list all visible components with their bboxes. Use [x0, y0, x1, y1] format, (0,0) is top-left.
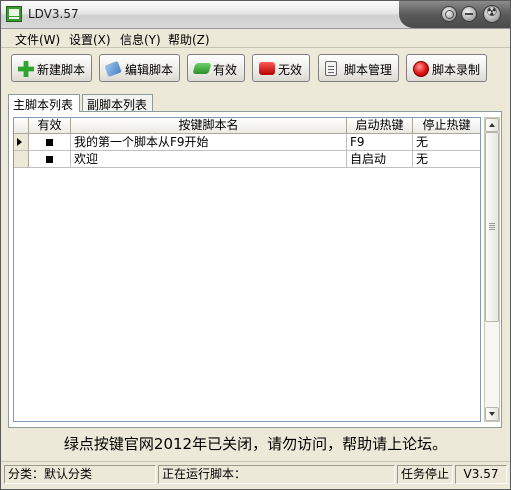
menu-bar: 文件(W) 设置(X) 信息(Y) 帮助(Z) — [1, 29, 510, 48]
pencil-icon — [104, 60, 122, 78]
edit-script-label: 编辑脚本 — [125, 63, 174, 77]
script-list-panel: 有效 按键脚本名 启动热键 停止热键 我的第一个脚本从F9开始 F9 无 欢迎 … — [8, 111, 502, 428]
manage-script-button[interactable]: 脚本管理 — [318, 54, 399, 82]
script-name-cell[interactable]: 欢迎 — [71, 151, 347, 168]
status-task: 任务停止 — [397, 465, 453, 484]
invalid-label: 无效 — [278, 63, 303, 77]
script-name-cell[interactable]: 我的第一个脚本从F9开始 — [71, 134, 347, 151]
menu-settings[interactable]: 设置(X) — [69, 31, 111, 48]
restore-icon[interactable] — [461, 6, 477, 22]
toolbar: 新建脚本 编辑脚本 有效 无效 脚本管理 脚本录制 — [1, 48, 510, 91]
column-header-enabled[interactable]: 有效 — [29, 118, 71, 134]
start-hotkey-cell[interactable]: F9 — [347, 134, 413, 151]
column-header-stop-hotkey[interactable]: 停止热键 — [413, 118, 480, 134]
row-selector-header — [14, 118, 29, 134]
title-bar[interactable]: LDV3.57 — [1, 1, 510, 29]
menu-help[interactable]: 帮助(Z) — [168, 31, 210, 48]
edit-script-button[interactable]: 编辑脚本 — [99, 54, 180, 82]
record-script-button[interactable]: 脚本录制 — [406, 54, 487, 82]
script-table: 有效 按键脚本名 启动热键 停止热键 我的第一个脚本从F9开始 F9 无 欢迎 … — [13, 117, 481, 422]
status-running-script: 正在运行脚本： — [158, 465, 395, 484]
scroll-thumb[interactable] — [485, 132, 499, 322]
tab-main-scripts[interactable]: 主脚本列表 — [8, 94, 80, 112]
record-script-label: 脚本录制 — [432, 63, 481, 77]
manage-script-label: 脚本管理 — [344, 63, 393, 77]
stop-hotkey-cell[interactable]: 无 — [413, 151, 480, 168]
enabled-checkbox[interactable] — [29, 134, 71, 151]
vertical-scrollbar[interactable] — [484, 117, 500, 422]
window-controls — [399, 1, 510, 28]
status-bar: 分类：默认分类 正在运行脚本： 任务停止 V3.57 — [1, 461, 510, 489]
checked-square-icon — [46, 156, 53, 163]
minimize-icon[interactable] — [441, 6, 457, 22]
row-selector[interactable] — [14, 151, 29, 168]
scroll-up-icon[interactable] — [485, 118, 499, 132]
window-title: LDV3.57 — [28, 7, 79, 21]
app-icon — [6, 6, 22, 22]
invalid-button[interactable]: 无效 — [252, 54, 310, 82]
app-window: LDV3.57 文件(W) 设置(X) 信息(Y) 帮助(Z) 新建脚本 编辑脚… — [0, 0, 511, 490]
notice-text: 绿点按键官网2012年已关闭，请勿访问，帮助请上论坛。 — [63, 435, 448, 453]
column-header-script-name[interactable]: 按键脚本名 — [71, 118, 347, 134]
green-mark-icon — [192, 63, 212, 74]
red-mark-icon — [259, 62, 275, 75]
tab-sub-scripts[interactable]: 副脚本列表 — [82, 94, 153, 112]
record-icon — [413, 61, 429, 77]
scroll-down-icon[interactable] — [485, 407, 499, 421]
menu-file[interactable]: 文件(W) — [15, 31, 60, 48]
new-script-label: 新建脚本 — [37, 63, 86, 77]
menu-info[interactable]: 信息(Y) — [120, 31, 161, 48]
status-version: V3.57 — [455, 465, 507, 484]
document-icon — [325, 61, 337, 76]
status-category: 分类：默认分类 — [4, 465, 156, 484]
checked-square-icon — [46, 139, 53, 146]
valid-label: 有效 — [213, 63, 238, 77]
close-icon[interactable] — [483, 5, 501, 23]
stop-hotkey-cell[interactable]: 无 — [413, 134, 480, 151]
plus-icon — [18, 61, 34, 77]
column-header-start-hotkey[interactable]: 启动热键 — [347, 118, 413, 134]
valid-button[interactable]: 有效 — [187, 54, 245, 82]
enabled-checkbox[interactable] — [29, 151, 71, 168]
start-hotkey-cell[interactable]: 自启动 — [347, 151, 413, 168]
current-row-pointer-icon — [17, 138, 22, 146]
row-selector[interactable] — [14, 134, 29, 151]
new-script-button[interactable]: 新建脚本 — [11, 54, 92, 82]
